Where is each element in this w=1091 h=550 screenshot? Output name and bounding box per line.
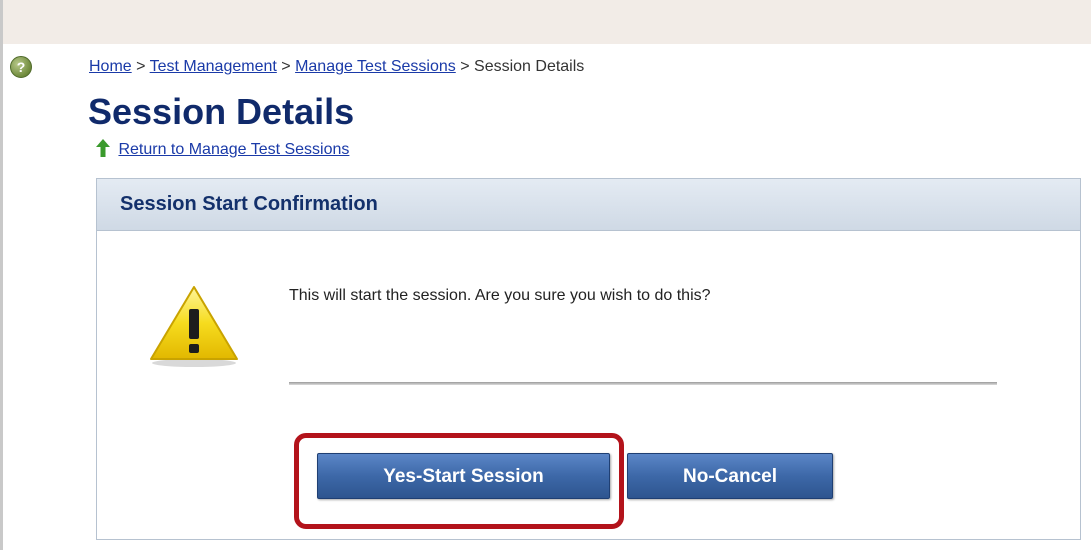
page-title: Session Details (88, 91, 355, 132)
confirmation-panel: Session Start Confirmation This will sta… (96, 178, 1081, 540)
return-link-row: Return to Manage Test Sessions (96, 139, 349, 159)
confirmation-message: This will start the session. Are you sur… (289, 287, 711, 304)
no-cancel-button[interactable]: No-Cancel (627, 453, 833, 499)
panel-title: Session Start Confirmation (120, 193, 378, 215)
left-border (0, 0, 3, 550)
warning-icon (150, 286, 238, 367)
breadcrumb-home-link[interactable]: Home (89, 58, 132, 75)
breadcrumb-current: Session Details (474, 58, 585, 75)
top-band (0, 0, 1091, 44)
breadcrumb-test-management-link[interactable]: Test Management (150, 58, 277, 75)
breadcrumb: Home > Test Management > Manage Test Ses… (89, 58, 584, 76)
breadcrumb-separator: > (281, 58, 291, 75)
up-arrow-icon (96, 139, 110, 157)
panel-header: Session Start Confirmation (97, 179, 1080, 231)
help-icon[interactable]: ? (10, 56, 32, 78)
divider (289, 382, 997, 385)
breadcrumb-separator: > (136, 58, 146, 75)
breadcrumb-manage-sessions-link[interactable]: Manage Test Sessions (295, 58, 456, 75)
highlight-annotation (294, 433, 624, 529)
breadcrumb-separator: > (460, 58, 470, 75)
return-to-sessions-link[interactable]: Return to Manage Test Sessions (118, 141, 349, 158)
